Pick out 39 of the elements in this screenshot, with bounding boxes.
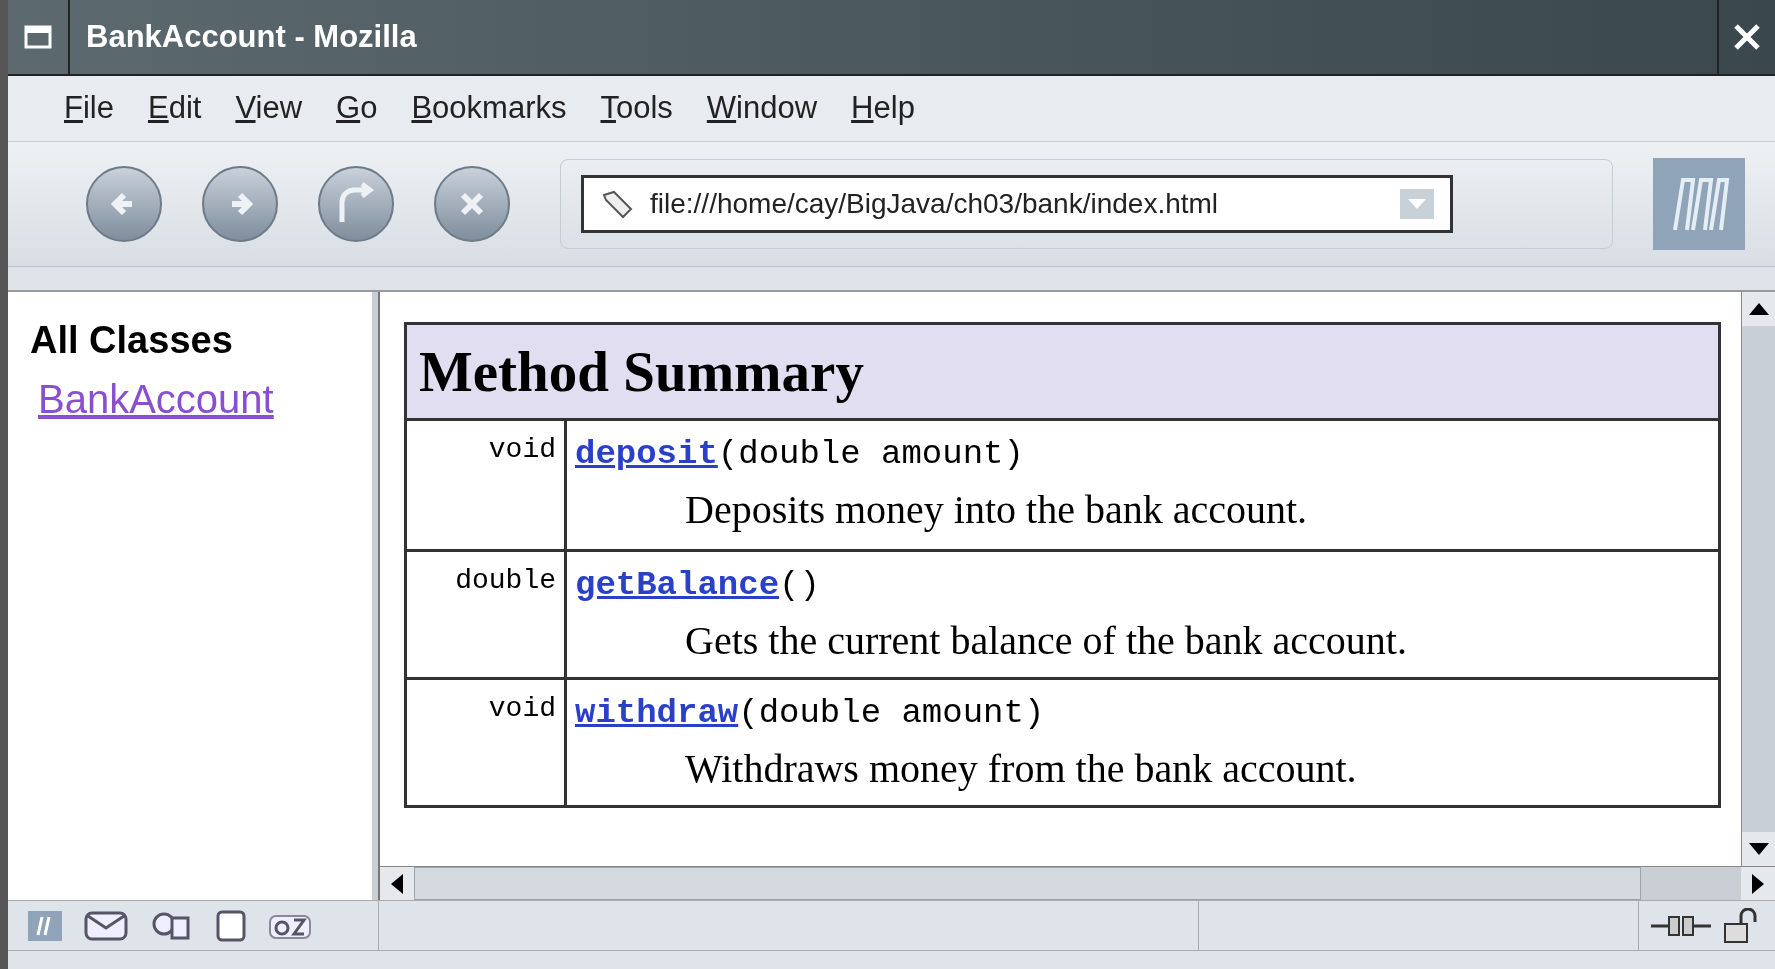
menu-item[interactable]: Tools: [600, 85, 673, 132]
method-params: (double amount): [717, 434, 1024, 475]
menu-item[interactable]: Window: [706, 85, 818, 132]
method-link[interactable]: getBalance: [575, 560, 780, 611]
navigator-icon[interactable]: [28, 910, 62, 941]
method-params: (): [779, 565, 820, 606]
scroll-up-icon[interactable]: [1748, 303, 1769, 315]
method-description: Deposits money into the bank account.: [684, 486, 1309, 534]
scroll-left-icon[interactable]: [391, 873, 403, 894]
method-description: Gets the current balance of the bank account.: [684, 617, 1408, 665]
method-link[interactable]: deposit: [575, 429, 718, 480]
menu-item[interactable]: File: [64, 85, 114, 132]
close-icon[interactable]: [1732, 22, 1762, 52]
scrollbar-thumb[interactable]: [1641, 867, 1741, 900]
method-params: (double amount): [738, 693, 1045, 734]
window-icon[interactable]: [24, 25, 52, 49]
menu-item[interactable]: Edit: [147, 85, 202, 132]
menu-item[interactable]: Help: [851, 85, 915, 132]
return-type: double: [407, 552, 567, 677]
address-field[interactable]: file:///home/cay/BigJava/ch03/bank/index.html: [581, 175, 1453, 233]
sidebar-heading: All Classes: [30, 318, 234, 363]
table-heading: Method Summary: [407, 325, 1718, 421]
menu-item[interactable]: Bookmarks: [411, 85, 567, 132]
horizontal-scrollbar[interactable]: [380, 866, 1775, 900]
menu-item[interactable]: Go: [336, 85, 378, 132]
mail-icon[interactable]: [84, 910, 128, 941]
scroll-down-icon[interactable]: [1748, 843, 1769, 855]
menu-item[interactable]: View: [235, 85, 303, 132]
page-icon[interactable]: [216, 909, 246, 942]
return-type: void: [407, 680, 567, 805]
class-link[interactable]: BankAccount: [38, 369, 372, 429]
return-type: void: [407, 421, 567, 549]
scroll-right-icon[interactable]: [1752, 873, 1764, 894]
method-link[interactable]: withdraw: [575, 688, 739, 739]
vertical-scrollbar[interactable]: [1741, 292, 1775, 866]
tag-icon: [600, 189, 634, 219]
window-title: BankAccount - Mozilla: [86, 17, 417, 56]
address-text: file:///home/cay/BigJava/ch03/bank/index.html: [650, 187, 1219, 221]
method-description: Withdraws money from the bank account.: [684, 745, 1358, 793]
